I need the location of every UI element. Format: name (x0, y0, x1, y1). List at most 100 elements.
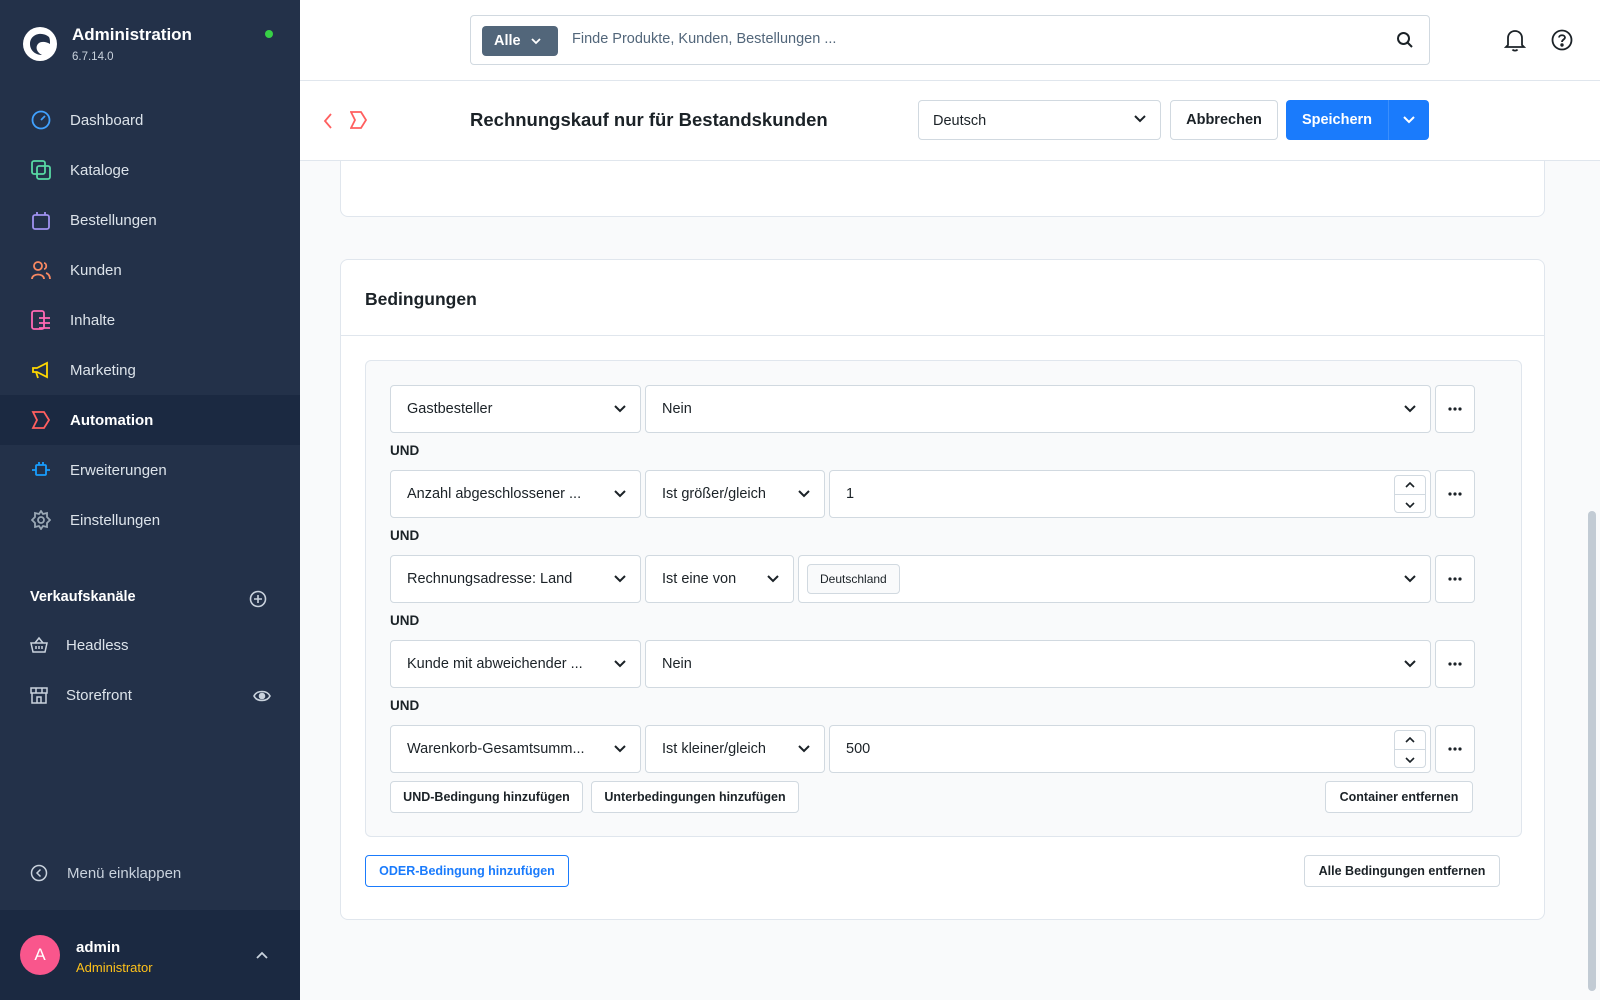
condition-operator-select[interactable]: Ist größer/gleich (645, 470, 825, 518)
and-label: UND (390, 443, 420, 458)
sales-channel-label: Headless (66, 636, 129, 654)
chevron-down-icon (1134, 115, 1146, 123)
basket-icon (30, 636, 48, 654)
condition-type-value: Rechnungsadresse: Land (407, 571, 573, 587)
content-icon (30, 309, 52, 331)
user-menu[interactable]: A admin Administrator (0, 910, 300, 1000)
add-or-condition-button[interactable]: ODER-Bedingung hinzufügen (365, 855, 569, 887)
storefront-icon (30, 686, 48, 704)
decrement-button[interactable] (1395, 495, 1425, 514)
nav-item-erweiterungen[interactable]: Erweiterungen (0, 445, 300, 495)
condition-actions-button[interactable] (1435, 385, 1475, 433)
cancel-button[interactable]: Abbrechen (1170, 100, 1278, 140)
sales-channel-label: Storefront (66, 686, 132, 704)
condition-actions-button[interactable] (1435, 470, 1475, 518)
collapse-menu-button[interactable]: Menü einklappen (30, 864, 181, 882)
condition-operator-select[interactable]: Ist eine von (645, 555, 794, 603)
condition-type-value: Warenkorb-Gesamtsumm... (407, 741, 585, 757)
add-and-condition-button[interactable]: UND-Bedingung hinzufügen (390, 781, 583, 813)
nav-item-marketing[interactable]: Marketing (0, 345, 300, 395)
and-label: UND (390, 528, 420, 543)
back-arrow-icon[interactable] (322, 112, 334, 130)
more-icon (1448, 577, 1462, 581)
condition-type-select[interactable]: Rechnungsadresse: Land (390, 555, 641, 603)
increment-button[interactable] (1395, 476, 1425, 495)
condition-value-select[interactable]: Nein (645, 385, 1431, 433)
condition-number-input[interactable]: 1 (829, 470, 1431, 518)
condition-operator-select[interactable]: Ist kleiner/gleich (645, 725, 825, 773)
nav-item-automation[interactable]: Automation (0, 395, 300, 445)
chevron-down-icon (1405, 501, 1415, 508)
more-icon (1448, 747, 1462, 751)
eye-icon[interactable] (253, 689, 271, 703)
nav-item-dashboard[interactable]: Dashboard (0, 95, 300, 145)
chevron-up-icon[interactable] (255, 950, 269, 960)
conditions-title: Bedingungen (365, 289, 477, 309)
condition-operator-value: Ist eine von (662, 571, 737, 587)
search-type-dropdown[interactable]: Alle (482, 26, 558, 56)
app-version: 6.7.14.0 (72, 51, 114, 63)
add-subconditions-button[interactable]: Unterbedingungen hinzufügen (591, 781, 799, 813)
nav-item-einstellungen[interactable]: Einstellungen (0, 495, 300, 545)
search-type-label: Alle (494, 33, 521, 49)
nav-item-label: Marketing (70, 361, 136, 379)
nav-item-kunden[interactable]: Kunden (0, 245, 300, 295)
and-container: Gastbesteller Nein UND Anzahl abgeschlos… (365, 360, 1522, 837)
chevron-up-icon (1405, 482, 1415, 488)
chevron-down-icon (1404, 575, 1416, 583)
and-label: UND (390, 613, 420, 628)
extensions-icon (30, 459, 52, 481)
condition-actions-button[interactable] (1435, 555, 1475, 603)
language-select[interactable]: Deutsch (918, 100, 1161, 140)
chevron-up-icon (1405, 737, 1415, 743)
condition-value-select[interactable]: Nein (645, 640, 1431, 688)
save-button[interactable]: Speichern (1286, 100, 1388, 140)
top-bar: Alle (300, 0, 1600, 81)
marketing-icon (30, 359, 52, 381)
condition-operator-value: Ist kleiner/gleich (662, 741, 766, 757)
decrement-button[interactable] (1395, 750, 1425, 769)
help-icon[interactable] (1551, 29, 1573, 51)
condition-actions-button[interactable] (1435, 725, 1475, 773)
dashboard-icon (30, 109, 52, 131)
sales-channel-storefront[interactable]: Storefront (30, 682, 280, 708)
online-status-dot (265, 30, 273, 38)
chevron-down-icon (530, 37, 541, 44)
nav-item-kataloge[interactable]: Kataloge (0, 145, 300, 195)
bell-icon[interactable] (1504, 28, 1526, 52)
save-options-button[interactable] (1388, 100, 1429, 140)
search-input[interactable] (572, 31, 1352, 47)
nav-item-label: Automation (70, 411, 154, 429)
chevron-down-icon (798, 745, 810, 753)
selected-tag[interactable]: Deutschland (807, 564, 900, 594)
chevron-down-icon (614, 405, 626, 413)
remove-container-button[interactable]: Container entfernen (1325, 781, 1473, 813)
settings-icon (30, 509, 52, 531)
condition-number-input[interactable]: 500 (829, 725, 1431, 773)
user-name: admin (76, 939, 121, 956)
condition-type-select[interactable]: Kunde mit abweichender ... (390, 640, 641, 688)
increment-button[interactable] (1395, 731, 1425, 750)
nav-item-inhalte[interactable]: Inhalte (0, 295, 300, 345)
main-content: Bedingungen Gastbesteller Nein UND Anzah… (300, 161, 1600, 1000)
condition-multi-select[interactable]: Deutschland (798, 555, 1431, 603)
condition-actions-button[interactable] (1435, 640, 1475, 688)
scrollbar[interactable] (1588, 511, 1596, 991)
condition-type-select[interactable]: Warenkorb-Gesamtsumm... (390, 725, 641, 773)
sales-channels-title: Verkaufskanäle (30, 589, 136, 605)
remove-all-conditions-button[interactable]: Alle Bedingungen entfernen (1304, 855, 1500, 887)
user-role: Administrator (76, 960, 153, 975)
search-icon[interactable] (1396, 31, 1414, 49)
condition-type-select[interactable]: Gastbesteller (390, 385, 641, 433)
chevron-down-icon (614, 660, 626, 668)
nav-item-bestellungen[interactable]: Bestellungen (0, 195, 300, 245)
app-title: Administration (72, 25, 192, 44)
condition-type-value: Kunde mit abweichender ... (407, 656, 583, 672)
page-title: Rechnungskauf nur für Bestandskunden (470, 109, 828, 130)
condition-type-select[interactable]: Anzahl abgeschlossener ... (390, 470, 641, 518)
chevron-down-icon (1403, 116, 1415, 124)
add-sales-channel-icon[interactable] (249, 590, 267, 608)
nav-item-label: Dashboard (70, 111, 144, 129)
nav-item-label: Bestellungen (70, 211, 157, 229)
sales-channel-headless[interactable]: Headless (30, 632, 280, 658)
